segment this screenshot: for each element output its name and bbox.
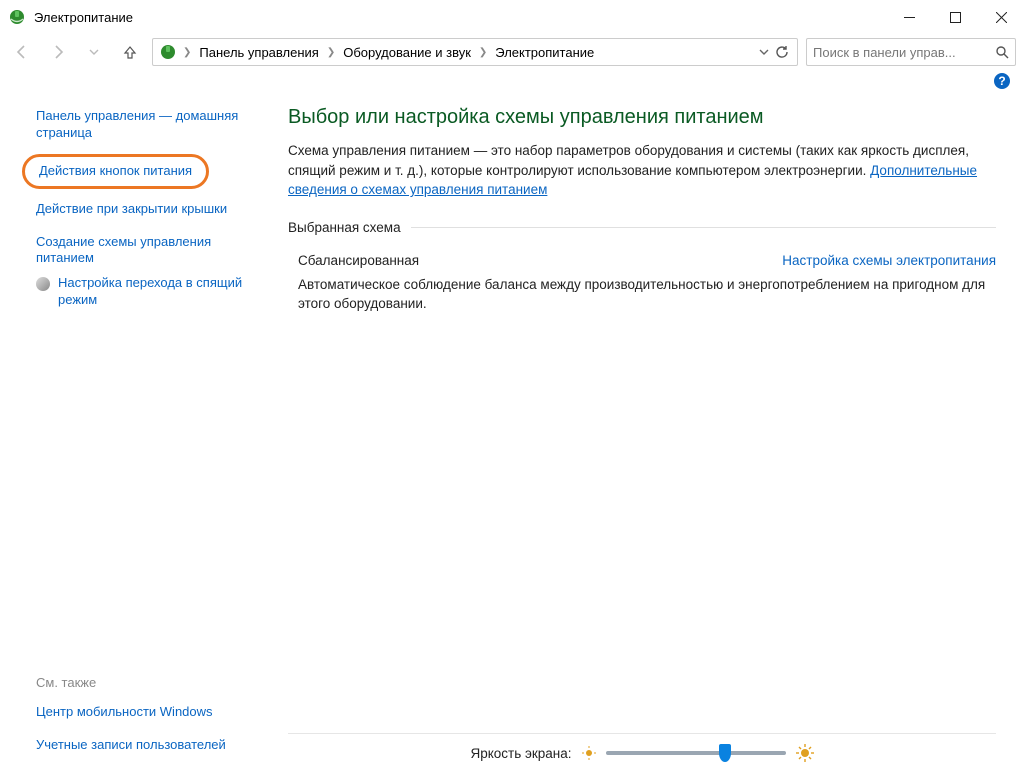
page-title: Выбор или настройка схемы управления пит… (288, 106, 996, 129)
brightness-control: Яркость экрана: (288, 733, 996, 762)
control-panel-window: Электропитание ❯ Панель управления ❯ Обо… (0, 0, 1024, 770)
maximize-button[interactable] (932, 0, 978, 34)
sidebar: Панель управления — домашняя страница Де… (0, 92, 260, 770)
change-plan-settings-link[interactable]: Настройка схемы электропитания (782, 253, 996, 268)
brightness-slider[interactable] (606, 751, 786, 755)
slider-thumb[interactable] (719, 744, 731, 762)
chevron-down-icon[interactable] (759, 47, 769, 57)
search-placeholder: Поиск в панели управ... (813, 45, 989, 60)
sidebar-item-sleep-settings[interactable]: Настройка перехода в спящий режим (58, 275, 250, 309)
chevron-right-icon: ❯ (181, 47, 193, 58)
back-button[interactable] (8, 38, 36, 66)
seealso-mobility-center[interactable]: Центр мобильности Windows (36, 704, 246, 721)
seealso-user-accounts[interactable]: Учетные записи пользователей (36, 737, 246, 754)
sidebar-home-link[interactable]: Панель управления — домашняя страница (36, 108, 246, 142)
search-input[interactable]: Поиск в панели управ... (806, 38, 1016, 66)
breadcrumb-item[interactable]: Электропитание (491, 45, 598, 60)
sidebar-item-lid-close[interactable]: Действие при закрытии крышки (36, 201, 246, 218)
plan-name: Сбалансированная (298, 253, 419, 268)
titlebar-title: Электропитание (34, 10, 886, 25)
nav-row: ❯ Панель управления ❯ Оборудование и зву… (0, 34, 1024, 70)
help-icon[interactable]: ? (994, 73, 1010, 89)
plan-description: Автоматическое соблюдение баланса между … (298, 276, 996, 314)
power-options-icon (159, 43, 177, 61)
minimize-button[interactable] (886, 0, 932, 34)
sidebar-item-create-plan[interactable]: Создание схемы управления питанием (36, 234, 246, 268)
main-content: Выбор или настройка схемы управления пит… (260, 92, 1024, 770)
up-button[interactable] (116, 38, 144, 66)
selected-plan-section: Выбранная схема (288, 220, 996, 235)
titlebar: Электропитание (0, 0, 1024, 34)
page-description: Схема управления питанием — это набор па… (288, 141, 996, 200)
divider (411, 227, 996, 228)
breadcrumb-bar[interactable]: ❯ Панель управления ❯ Оборудование и зву… (152, 38, 798, 66)
power-options-icon (8, 8, 26, 26)
history-dropdown[interactable] (80, 38, 108, 66)
brightness-label: Яркость экрана: (470, 746, 571, 761)
search-icon[interactable] (995, 45, 1009, 59)
close-button[interactable] (978, 0, 1024, 34)
chevron-right-icon: ❯ (325, 47, 337, 58)
refresh-icon[interactable] (775, 45, 789, 59)
seealso-heading: См. также (36, 675, 260, 690)
chevron-right-icon: ❯ (477, 47, 489, 58)
forward-button[interactable] (44, 38, 72, 66)
breadcrumb-item[interactable]: Оборудование и звук (339, 45, 475, 60)
breadcrumb-item[interactable]: Панель управления (195, 45, 322, 60)
sun-bright-icon (796, 744, 814, 762)
sun-dim-icon (582, 746, 596, 760)
shield-icon (36, 277, 50, 291)
sidebar-item-power-buttons[interactable]: Действия кнопок питания (22, 154, 209, 189)
